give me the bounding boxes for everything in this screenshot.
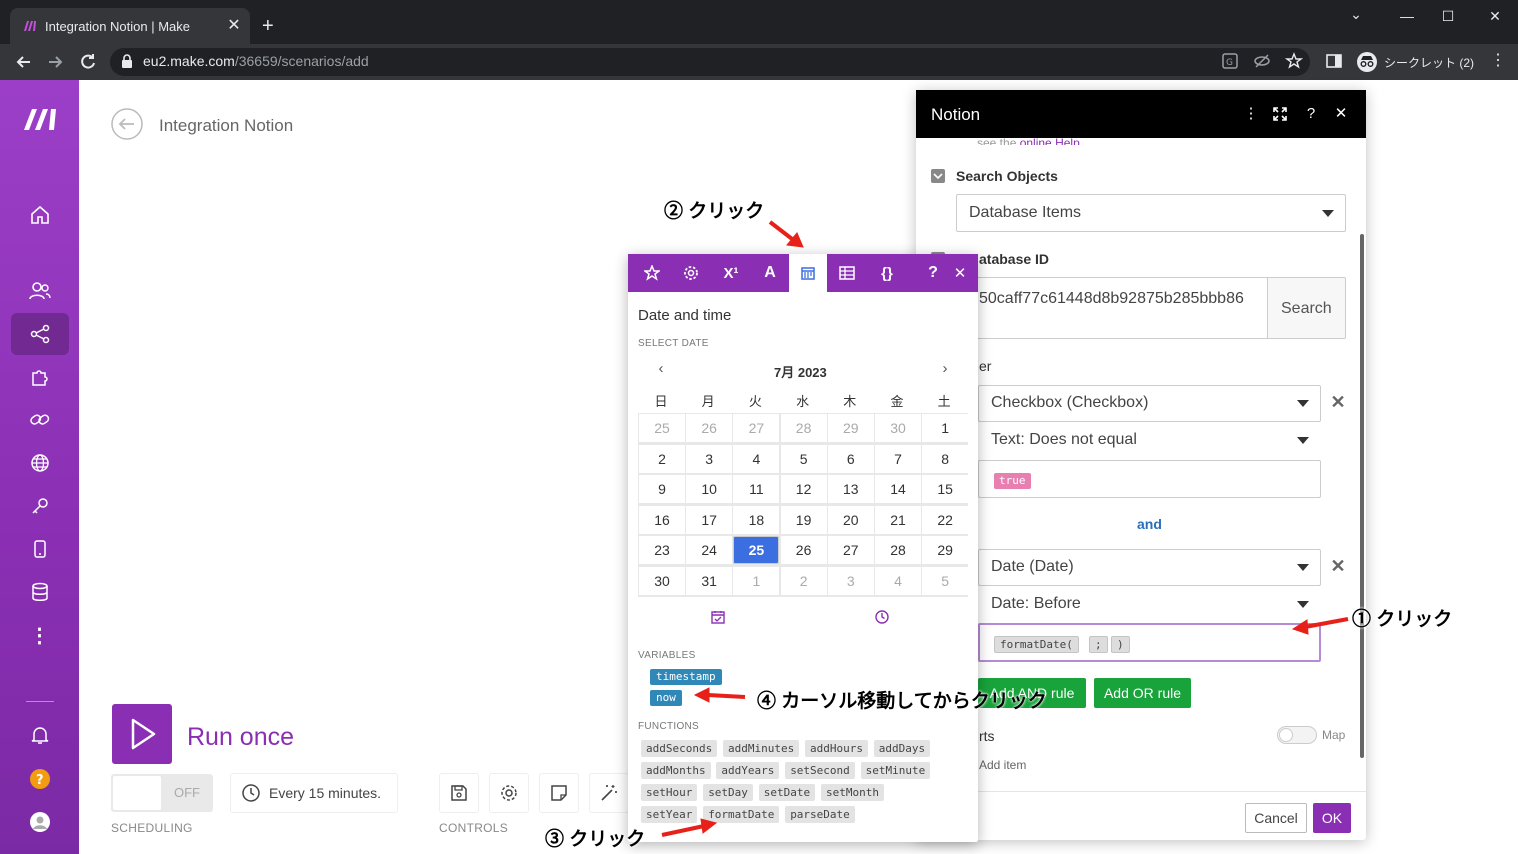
calendar-day[interactable]: 27 <box>827 536 874 564</box>
calendar-day[interactable]: 26 <box>780 536 827 564</box>
calendar-day[interactable]: 2 <box>639 444 685 473</box>
arrow-step4 <box>693 687 746 703</box>
calendar-day[interactable]: 25 <box>639 414 685 442</box>
calendar-day[interactable]: 26 <box>686 414 733 442</box>
annotation-step1: ① クリック <box>1352 609 1453 630</box>
arrow-step3 <box>661 818 718 837</box>
calendar-day[interactable]: 15 <box>922 475 969 503</box>
calendar-day[interactable]: 10 <box>686 475 733 503</box>
calendar-day[interactable]: 27 <box>733 414 780 442</box>
calendar-day[interactable]: 30 <box>875 414 921 442</box>
calendar-day[interactable]: 2 <box>780 566 827 595</box>
calendar-day[interactable]: 5 <box>922 566 969 595</box>
calendar-day[interactable]: 29 <box>922 536 969 564</box>
calendar-day[interactable]: 3 <box>686 444 733 473</box>
calendar-day-selected[interactable]: 25 <box>733 536 780 564</box>
annotation-step3: ③ クリック <box>545 829 646 850</box>
calendar-day[interactable]: 17 <box>686 505 733 534</box>
calendar-day[interactable]: 1 <box>922 414 969 442</box>
calendar-day[interactable]: 16 <box>639 505 685 534</box>
calendar-day[interactable]: 31 <box>686 566 733 595</box>
calendar-day[interactable]: 28 <box>875 536 921 564</box>
calendar-day[interactable]: 3 <box>827 566 874 595</box>
annotation-step2: ② クリック <box>664 201 765 222</box>
calendar-day[interactable]: 24 <box>686 536 733 564</box>
calendar-day[interactable]: 28 <box>780 414 827 442</box>
calendar-day[interactable]: 4 <box>875 566 921 595</box>
calendar-day[interactable]: 5 <box>780 444 827 473</box>
annotation-step4: ④ カーソル移動してからクリック <box>757 691 1047 712</box>
calendar-day[interactable]: 11 <box>733 475 780 503</box>
calendar-day[interactable]: 29 <box>827 414 874 442</box>
calendar-day[interactable]: 20 <box>827 505 874 534</box>
calendar-day[interactable]: 7 <box>875 444 921 473</box>
arrow-step1 <box>1291 617 1349 635</box>
calendar-day[interactable]: 4 <box>733 444 780 473</box>
calendar-day[interactable]: 22 <box>922 505 969 534</box>
calendar-day[interactable]: 6 <box>827 444 874 473</box>
calendar-day[interactable]: 8 <box>922 444 969 473</box>
arrow-step2 <box>768 220 804 248</box>
calendar-day[interactable]: 30 <box>639 566 685 595</box>
calendar-day[interactable]: 18 <box>733 505 780 534</box>
calendar-day[interactable]: 23 <box>639 536 685 564</box>
calendar-day[interactable]: 21 <box>875 505 921 534</box>
calendar-day[interactable]: 1 <box>733 566 780 595</box>
calendar-day[interactable]: 12 <box>780 475 827 503</box>
calendar-day[interactable]: 9 <box>639 475 685 503</box>
calendar-day[interactable]: 13 <box>827 475 874 503</box>
calendar-day[interactable]: 19 <box>780 505 827 534</box>
calendar-day[interactable]: 14 <box>875 475 921 503</box>
